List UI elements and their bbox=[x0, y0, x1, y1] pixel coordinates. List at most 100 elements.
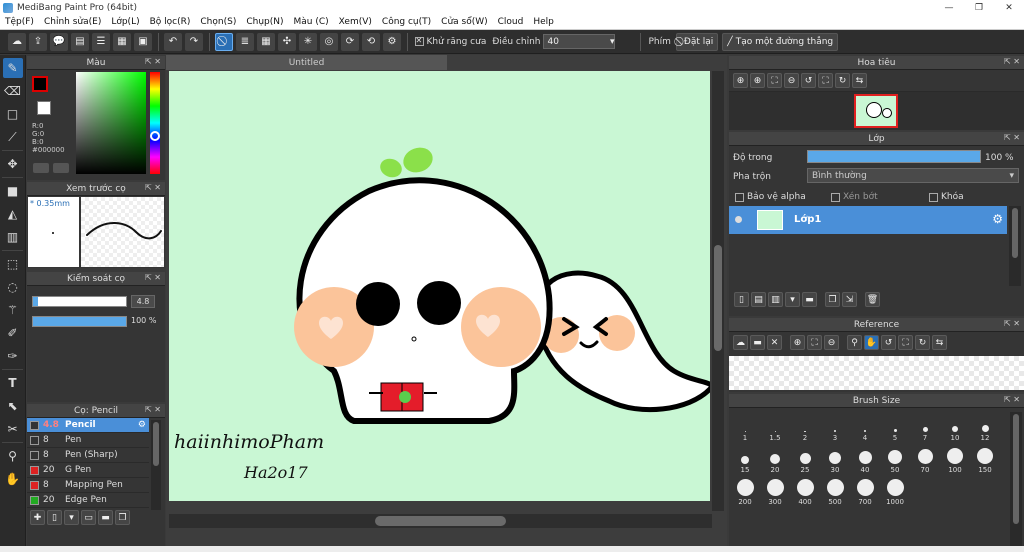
fit-icon[interactable]: ⛶ bbox=[767, 73, 782, 88]
blend-mode-select[interactable]: Bình thường ▾ bbox=[807, 168, 1019, 183]
brush-size-scrollbar[interactable] bbox=[1010, 412, 1022, 548]
fit-icon[interactable]: ⛶ bbox=[807, 335, 822, 350]
eraser-tool-icon[interactable]: ⌫ bbox=[3, 81, 23, 101]
brush-size-option[interactable]: 150 bbox=[971, 444, 999, 474]
menu-cloud[interactable]: Cloud bbox=[493, 17, 529, 27]
panel-expand-icon[interactable]: ⇱ ✕ bbox=[145, 405, 161, 414]
rotate-right-icon[interactable]: ↻ bbox=[835, 73, 850, 88]
menu-file[interactable]: Tệp(F) bbox=[0, 17, 39, 27]
eye-icon[interactable] bbox=[735, 216, 742, 223]
gear-icon[interactable]: ⚙ bbox=[138, 420, 146, 430]
zoom-in-icon[interactable]: ⊕ bbox=[733, 73, 748, 88]
new-layer-icon[interactable]: ▯ bbox=[734, 292, 749, 307]
menu-capture[interactable]: Chụp(N) bbox=[241, 17, 288, 27]
menu-filter[interactable]: Bộ lọc(R) bbox=[145, 17, 196, 27]
new-8bit-layer-icon[interactable]: ▥ bbox=[768, 292, 783, 307]
open-folder-icon[interactable]: ▬ bbox=[750, 335, 765, 350]
fill-rect-icon[interactable]: ■ bbox=[3, 181, 23, 201]
color-swap-button[interactable] bbox=[53, 163, 69, 173]
maximize-button[interactable]: ❐ bbox=[964, 0, 994, 15]
new-brush-icon[interactable]: ▯ bbox=[47, 510, 62, 525]
panel-expand-icon[interactable]: ⇱ ✕ bbox=[145, 57, 161, 66]
brush-edit-icon[interactable]: ▭ bbox=[81, 510, 96, 525]
cross-snap-icon[interactable]: ✣ bbox=[278, 32, 296, 51]
clipping-toggle[interactable]: Xén bớt bbox=[831, 192, 878, 202]
hand-icon[interactable]: ✋ bbox=[864, 335, 879, 350]
zoom-out-icon[interactable]: ⊖ bbox=[784, 73, 799, 88]
trash-icon[interactable]: 🗑 bbox=[865, 292, 880, 307]
brush-size-option[interactable]: 200 bbox=[731, 476, 759, 506]
close-button[interactable]: ✕ bbox=[994, 0, 1024, 15]
horizontal-scroll-thumb[interactable] bbox=[375, 516, 506, 526]
color-history-button[interactable] bbox=[33, 163, 49, 173]
layer-opacity-slider[interactable] bbox=[807, 150, 981, 163]
brush-size-option[interactable]: 4 bbox=[851, 412, 879, 442]
undo-icon[interactable]: ↶ bbox=[164, 32, 182, 51]
document-icon[interactable]: ▤ bbox=[71, 32, 89, 51]
text-tool-icon[interactable]: T bbox=[3, 373, 23, 393]
fit-window-icon[interactable]: ⛶ bbox=[898, 335, 913, 350]
add-brush-icon[interactable]: ✚ bbox=[30, 510, 45, 525]
brush-size-option[interactable]: 50 bbox=[881, 444, 909, 474]
list-icon[interactable]: ☰ bbox=[92, 32, 110, 51]
folder-icon[interactable]: ▬ bbox=[98, 510, 113, 525]
rotate-snap-icon[interactable]: ⟲ bbox=[362, 32, 380, 51]
menu-help[interactable]: Help bbox=[528, 17, 559, 27]
brush-size-slider[interactable] bbox=[32, 296, 127, 307]
foreground-color-swatch[interactable] bbox=[32, 76, 48, 92]
document-tab[interactable]: Untitled bbox=[166, 55, 447, 70]
brush-menu-icon[interactable]: ▾ bbox=[64, 510, 79, 525]
panel-expand-icon[interactable]: ⇱ ✕ bbox=[1004, 57, 1020, 66]
layer-row[interactable]: Lớp1 ⚙ bbox=[729, 206, 1007, 234]
protect-alpha-toggle[interactable]: Bảo vệ alpha bbox=[735, 192, 806, 202]
brush-item-pencil[interactable]: 4.8 Pencil ⚙ bbox=[27, 418, 149, 433]
antialias-toggle[interactable]: Khử răng cưa bbox=[414, 36, 486, 47]
menu-tools[interactable]: Công cụ(T) bbox=[377, 17, 436, 27]
brush-size-option[interactable]: 20 bbox=[761, 444, 789, 474]
parallel-snap-icon[interactable]: ≣ bbox=[236, 32, 254, 51]
bucket-tool-icon[interactable]: ◭ bbox=[3, 204, 23, 224]
redo-icon[interactable]: ↷ bbox=[185, 32, 203, 51]
brush-size-option[interactable]: 3 bbox=[821, 412, 849, 442]
lasso-select-icon[interactable]: ◌ bbox=[3, 277, 23, 297]
gear-icon[interactable]: ⚙ bbox=[383, 32, 401, 51]
new-halftone-layer-icon[interactable]: ▤ bbox=[751, 292, 766, 307]
panel-expand-icon[interactable]: ⇱ ✕ bbox=[1004, 319, 1020, 328]
fit-window-icon[interactable]: ⛶ bbox=[818, 73, 833, 88]
menu-select[interactable]: Chọn(S) bbox=[195, 17, 241, 27]
background-color-swatch[interactable] bbox=[37, 101, 51, 115]
grid-snap-icon[interactable]: ▦ bbox=[257, 32, 275, 51]
close-icon[interactable]: ✕ bbox=[767, 335, 782, 350]
brush-item-mapping-pen[interactable]: 8 Mapping Pen bbox=[27, 478, 149, 493]
rect-select-icon[interactable]: ⬚ bbox=[3, 254, 23, 274]
brush-size-option[interactable]: 700 bbox=[851, 476, 879, 506]
merge-layer-icon[interactable]: ⇲ bbox=[842, 292, 857, 307]
brush-size-option[interactable]: 2 bbox=[791, 412, 819, 442]
zoom-in-icon[interactable]: ⊕ bbox=[790, 335, 805, 350]
menu-color[interactable]: Màu (C) bbox=[289, 17, 334, 27]
hand-tool-icon[interactable]: ✋ bbox=[3, 469, 23, 489]
gear-icon[interactable]: ⚙ bbox=[992, 212, 1003, 226]
lock-toggle[interactable]: Khóa bbox=[929, 192, 964, 202]
brush-size-option[interactable]: 30 bbox=[821, 444, 849, 474]
brush-list-scrollbar[interactable] bbox=[151, 420, 161, 510]
brush-size-option[interactable]: 70 bbox=[911, 444, 939, 474]
zoom-out-icon[interactable]: ⊖ bbox=[824, 335, 839, 350]
flip-icon[interactable]: ⇆ bbox=[932, 335, 947, 350]
panel-expand-icon[interactable]: ⇱ ✕ bbox=[145, 273, 161, 282]
brush-size-option[interactable]: 40 bbox=[851, 444, 879, 474]
adjust-select[interactable]: 40 ▾ bbox=[543, 34, 616, 49]
brush-size-option[interactable]: 25 bbox=[791, 444, 819, 474]
brush-size-option[interactable]: 5 bbox=[881, 412, 909, 442]
menu-view[interactable]: Xem(V) bbox=[334, 17, 377, 27]
panel-expand-icon[interactable]: ⇱ ✕ bbox=[1004, 133, 1020, 142]
radial-snap-icon[interactable]: ✳ bbox=[299, 32, 317, 51]
vertical-scroll-thumb[interactable] bbox=[714, 245, 722, 351]
operation-tool-icon[interactable]: ⬉ bbox=[3, 396, 23, 416]
divide-tool-icon[interactable]: ✂ bbox=[3, 419, 23, 439]
brush-item-pen[interactable]: 8 Pen bbox=[27, 433, 149, 448]
line-tool-icon[interactable]: ⟋ bbox=[3, 127, 23, 147]
rotate-left-icon[interactable]: ↺ bbox=[801, 73, 816, 88]
brush-item-edge-pen[interactable]: 20 Edge Pen bbox=[27, 493, 149, 508]
layer-scrollbar[interactable] bbox=[1009, 206, 1021, 286]
